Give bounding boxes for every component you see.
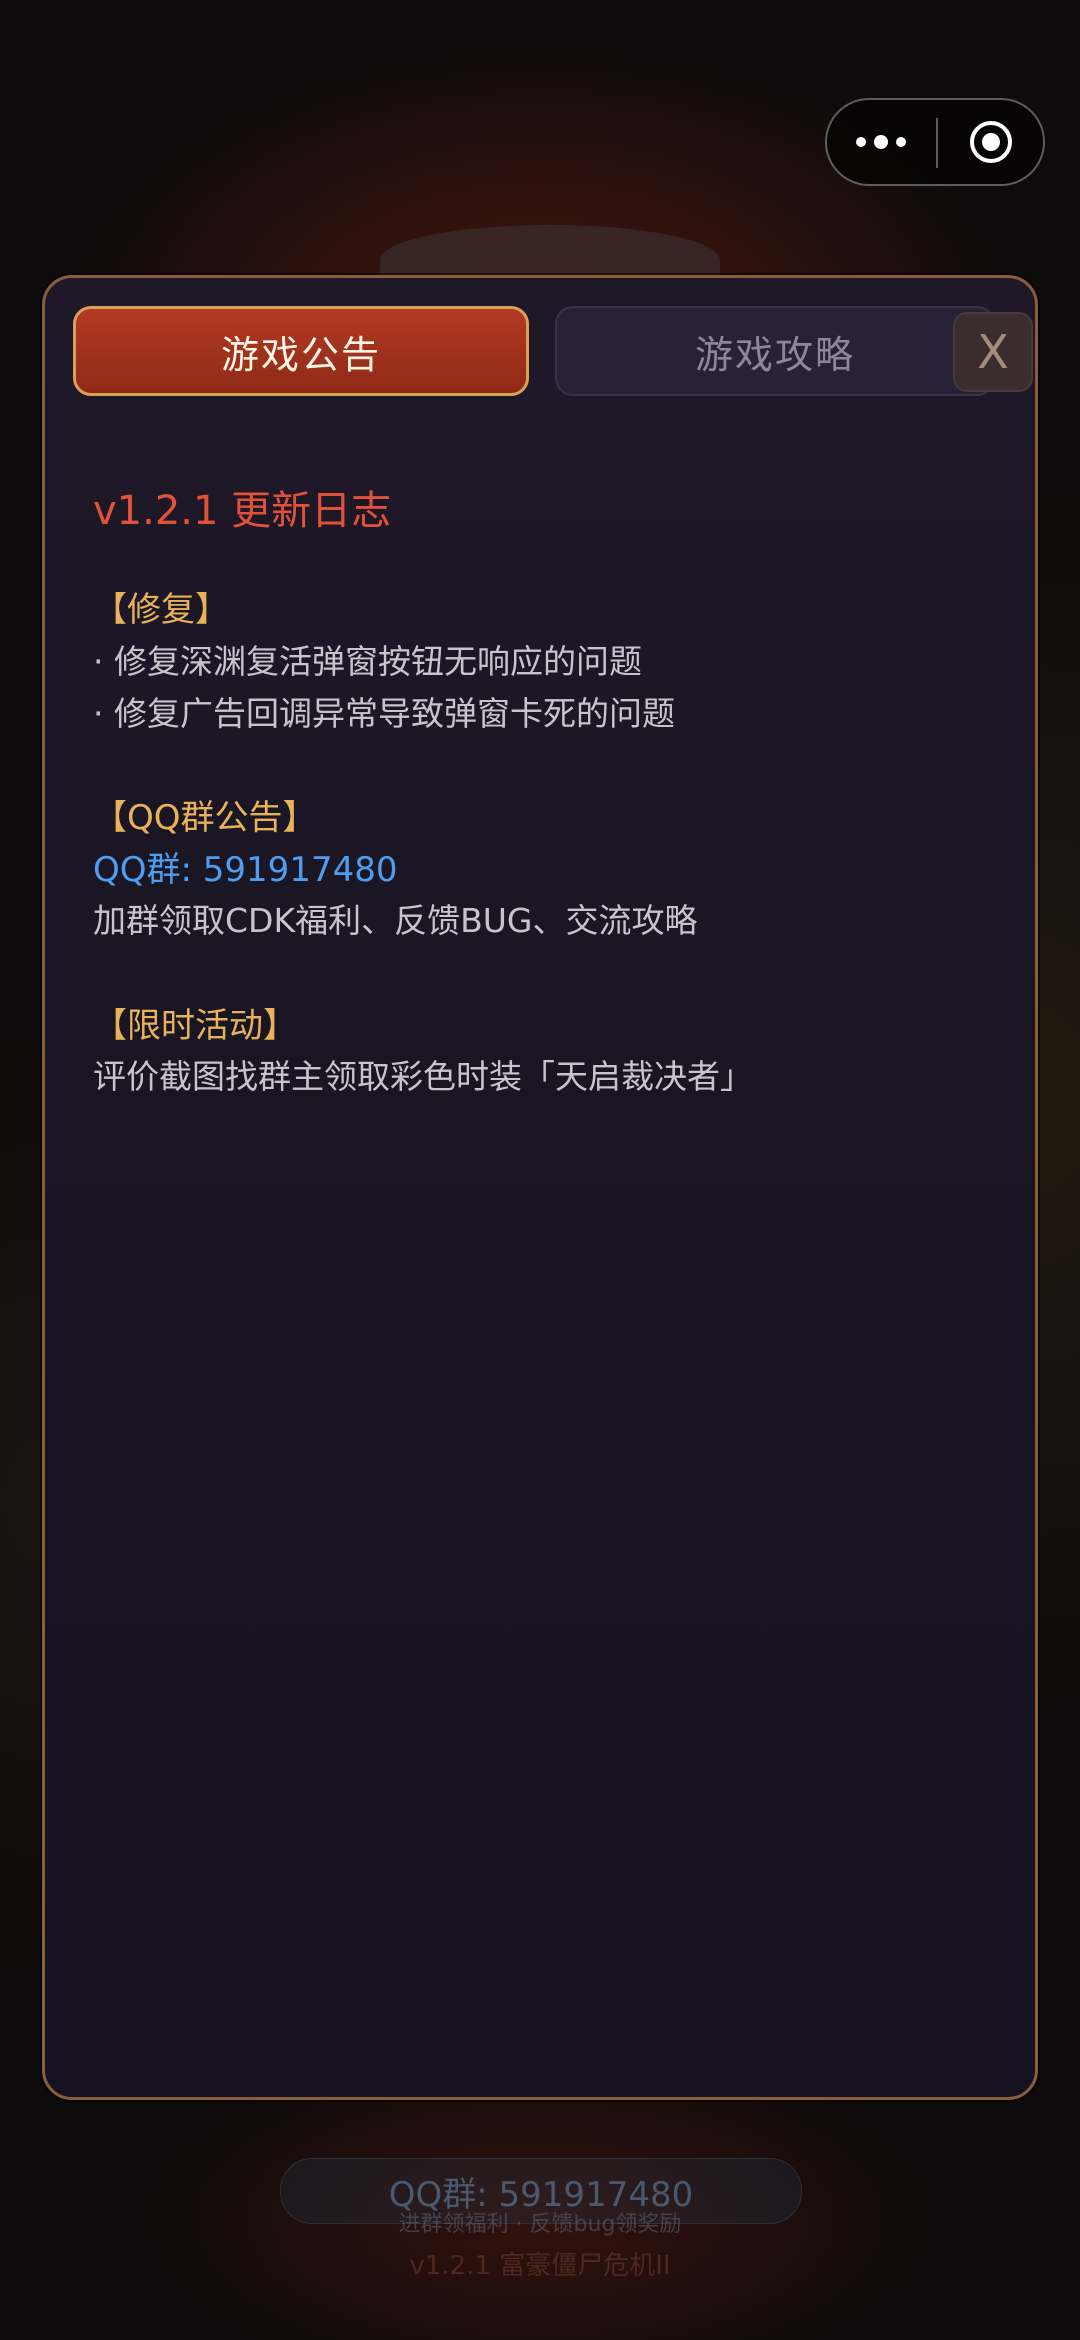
fix-item: · 修复深渊复活弹窗按钮无响应的问题 <box>93 642 642 681</box>
event-description: 评价截图找群主领取彩色时装「天启裁决者」 <box>93 1057 753 1096</box>
close-button[interactable]: X <box>953 312 1033 392</box>
fix-item: · 修复广告回调异常导致弹窗卡死的问题 <box>93 694 675 733</box>
tab-guide[interactable]: 游戏攻略 <box>555 306 995 396</box>
qq-group-number[interactable]: QQ群: 591917480 <box>93 842 397 891</box>
exit-miniprogram-button[interactable] <box>938 100 1043 184</box>
announcement-modal: 游戏公告 游戏攻略 X v1.2.1 更新日志 【修复】 · 修复深渊复活弹窗按… <box>42 275 1038 2100</box>
game-screen: QQ群: 591917480 进群领福利 · 反馈bug领奖励 v1.2.1 富… <box>0 0 1080 2340</box>
miniprogram-capsule <box>825 98 1045 186</box>
background-version-label: v1.2.1 富豪僵尸危机II <box>409 2251 671 2281</box>
tab-announcement[interactable]: 游戏公告 <box>73 306 529 396</box>
qq-heading: 【QQ群公告】 <box>93 798 317 838</box>
more-dots-icon <box>856 135 906 149</box>
qq-description: 加群领取CDK福利、反馈BUG、交流攻略 <box>93 901 698 940</box>
target-close-icon <box>969 121 1012 163</box>
fix-heading: 【修复】 <box>93 590 229 630</box>
version-title: v1.2.1 更新日志 <box>93 488 392 534</box>
more-button[interactable] <box>827 100 935 184</box>
background-subtitle: 进群领福利 · 反馈bug领奖励 <box>398 2212 682 2237</box>
event-heading: 【限时活动】 <box>93 1006 297 1046</box>
